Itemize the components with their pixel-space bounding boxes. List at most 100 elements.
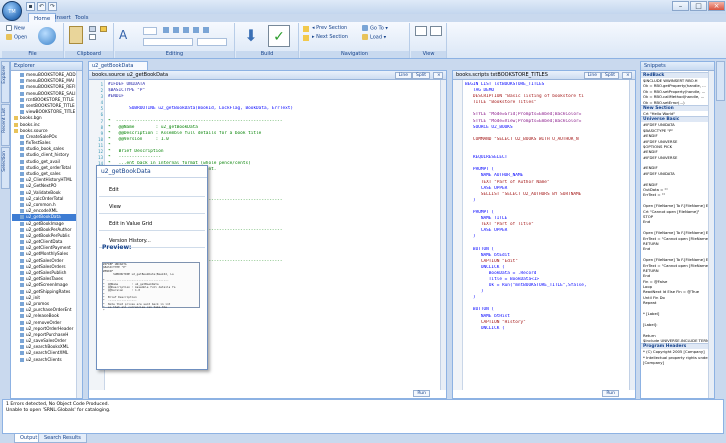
tree-item-label: books.source [20,127,48,133]
nav-icon-1[interactable] [303,26,309,32]
new-button[interactable]: New [6,25,25,33]
group-label-editing: Editing [115,51,234,58]
cut-icon[interactable] [89,26,96,32]
output-panel: 1 Errors detected, No Object Code Produc… [2,399,724,434]
editor-right-close-button[interactable]: × [622,72,632,79]
editor-left-split-button[interactable]: Split [412,72,430,79]
ribbon-group-clipboard: Clipboard [65,23,114,58]
snippet-item[interactable]: * (C) Copyright 2005 [Company] [641,349,708,354]
outdent-icon[interactable] [173,27,179,33]
editor-left-scrollbar[interactable] [440,80,446,390]
tree-item[interactable]: u2_getShippingRates [12,289,76,295]
editor-left-run-button[interactable]: Run [413,390,430,397]
side-tab-recent-list[interactable]: Recent List [1,104,10,146]
snippets-list[interactable]: RedBack $INCLUDE WWINSERT RBO.H Ok = RBO.g… [641,72,708,398]
load-button[interactable]: Load ▾ [362,34,386,42]
properties-icon[interactable] [38,27,56,45]
group-label-view: View [411,51,446,58]
undo-icon[interactable]: ↶ [37,2,46,11]
check-icon[interactable]: ✓ [268,25,290,47]
editor-left-close-button[interactable]: × [433,72,443,79]
side-tab-right[interactable] [716,61,725,101]
snippet-item[interactable]: Open [FileName] To F.[FileName] Else [641,230,708,235]
indent-icon[interactable] [163,27,169,33]
replace-input[interactable] [197,38,227,46]
editor-right-line-button[interactable]: Line [583,72,601,79]
file-icon [20,97,24,102]
tree-item-label: menuBOOKSTORE_SALI [26,90,76,96]
tree-item-label: u2_reportOrderHeader [26,325,74,331]
editor-right-scrollbar[interactable] [629,80,635,390]
font-icon[interactable]: A [119,27,135,43]
comment-icon[interactable] [183,27,189,33]
tree-item-label: studio_get_sales [26,171,61,176]
popup-item-view[interactable]: View [97,203,207,212]
minimize-button[interactable]: – [672,1,689,11]
find-input[interactable] [143,38,193,46]
dropdown-icon: ▾ [382,34,387,41]
file-icon [20,345,24,350]
file-icon [20,196,24,201]
nav-icon-2[interactable] [303,35,309,41]
ribbon-group-file: New Open File [2,23,64,58]
tab-search-results[interactable]: Search Results [38,434,87,443]
ribbon-group-build: ⬇ ✓ Build [236,23,299,58]
tree-item-label: u2_getBookImage [26,220,64,226]
prev-section-button[interactable]: ◂ Prev Section [312,25,347,32]
editor-right-gutter [453,80,463,390]
editor-right-run-button[interactable]: Run [602,390,619,397]
paste-icon[interactable] [69,26,83,44]
open-button[interactable]: Open [6,34,27,42]
tree-item-label: u2_releaseBook [26,313,60,319]
bookmark-icon[interactable] [203,27,209,33]
editor-right-code[interactable]: BEGIN LIST lstBOOKSTORE_TITLES TAG DEMO … [465,82,629,390]
file-icon [20,110,24,115]
popup-item-grid-label: Edit in Value Grid [109,221,153,227]
file-icon [20,153,24,158]
tree-item-label: u2_getScreenImage [26,282,68,288]
maximize-button[interactable]: □ [690,1,707,11]
redo-icon[interactable]: ↷ [48,2,57,11]
tree-item[interactable]: u2_searchClients [12,357,76,363]
side-tab-selection[interactable]: Selection [1,147,10,189]
next-section-button[interactable]: ▸ Next Section [312,34,348,41]
save-icon[interactable]: ▪ [26,2,35,11]
explorer-scrollbar[interactable] [76,71,82,398]
side-tab-explorer-label: Explorer [2,65,7,84]
close-button[interactable]: × [708,1,725,11]
view-icon-1[interactable] [415,26,427,36]
font-size-combo[interactable] [143,27,157,35]
snippet-item[interactable]: Open [FileName] To F.[FileName] Else [641,257,708,262]
file-icon [20,141,24,146]
popup-item-edit-in-value-grid[interactable]: Edit in Value Grid [97,220,207,229]
context-popup: u2_getBookData Edit View Edit in Value G… [96,165,208,370]
goto-button[interactable]: Go To ▾ [362,25,388,33]
copy-icon[interactable] [89,34,96,40]
file-icon [20,165,24,170]
editor-right-split-button[interactable]: Split [601,72,619,79]
file-icon [20,215,24,220]
file-icon [20,209,24,214]
snippets-scrollbar[interactable] [708,71,714,398]
snippet-item[interactable]: [Company] [641,360,708,365]
tree-item-label: menuBOOKSTORE_ADDI [26,72,76,77]
snippet-item[interactable]: Open [FileName] To F.[FileName] Else [641,203,708,208]
editor-left-line-button[interactable]: Line [394,72,412,79]
side-tab-selection-label: Selection [2,151,7,172]
compile-down-arrow-icon[interactable]: ⬇ [242,26,260,46]
popup-item-edit-label: Edit [109,187,119,193]
ribbon-group-editing: A Editing [115,23,235,58]
tree-item-label: viewBOOKSTORE_TITLE [26,109,76,115]
snippet-item[interactable]: Ok = RBO.callMethod(handle, ... [641,94,708,99]
editor-tab-getbookdata[interactable]: u2_getBookData [88,61,148,70]
format-painter-icon[interactable] [100,26,107,32]
snippet-item[interactable]: $Include UNIVERSE.INCLUDE TERM [641,338,708,343]
popup-item-edit[interactable]: Edit [97,186,207,195]
view-icon-2[interactable] [430,26,442,36]
snippet-item[interactable]: Ok = RBO.getProperty(handle, ... [641,83,708,88]
file-icon [20,258,24,263]
uncomment-icon[interactable] [193,27,199,33]
file-icon [20,79,24,84]
side-tab-explorer[interactable]: Explorer [1,61,10,103]
app-orb-button[interactable]: TM [2,1,22,21]
